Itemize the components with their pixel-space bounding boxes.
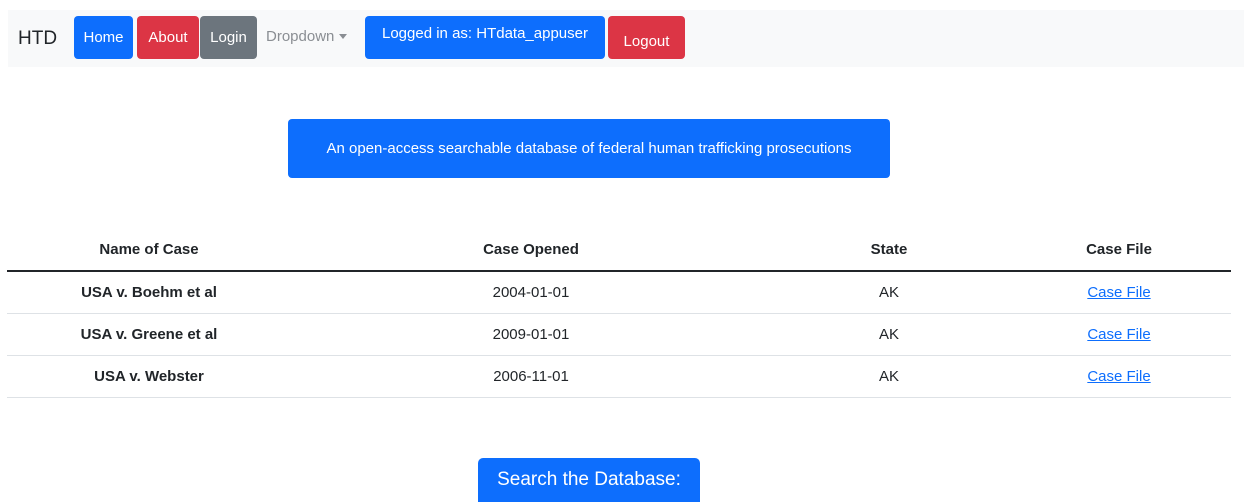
- description-banner: An open-access searchable database of fe…: [288, 119, 890, 178]
- search-database-button[interactable]: Search the Database:: [478, 458, 700, 502]
- case-name: USA v. Greene et al: [7, 313, 291, 356]
- case-file-cell: Case File: [1007, 355, 1231, 398]
- case-state: AK: [771, 271, 1007, 314]
- header-case-opened: Case Opened: [291, 229, 771, 272]
- dropdown-label: Dropdown: [266, 28, 335, 45]
- header-case-file: Case File: [1007, 229, 1231, 272]
- case-opened-date: 2006-11-01: [291, 355, 771, 398]
- case-file-link[interactable]: Case File: [1087, 368, 1150, 385]
- case-file-cell: Case File: [1007, 313, 1231, 356]
- navbar: HTD Home About Login Dropdown Logged in …: [8, 10, 1244, 67]
- table-row: USA v. Webster 2006-11-01 AK Case File: [7, 355, 1231, 398]
- brand-link[interactable]: HTD: [18, 28, 57, 50]
- case-file-link[interactable]: Case File: [1087, 284, 1150, 301]
- logged-in-badge[interactable]: Logged in as: HTdata_appuser: [365, 16, 605, 59]
- login-button[interactable]: Login: [200, 16, 257, 59]
- cases-table: Name of Case Case Opened State Case File…: [7, 229, 1231, 398]
- case-name: USA v. Boehm et al: [7, 271, 291, 314]
- case-opened-date: 2004-01-01: [291, 271, 771, 314]
- dropdown-toggle[interactable]: Dropdown: [266, 28, 348, 45]
- table-header-row: Name of Case Case Opened State Case File: [7, 229, 1231, 272]
- case-file-link[interactable]: Case File: [1087, 326, 1150, 343]
- about-button[interactable]: About: [137, 16, 199, 59]
- header-state: State: [771, 229, 1007, 272]
- case-opened-date: 2009-01-01: [291, 313, 771, 356]
- case-name: USA v. Webster: [7, 355, 291, 398]
- caret-down-icon: [339, 34, 348, 39]
- case-state: AK: [771, 355, 1007, 398]
- case-file-cell: Case File: [1007, 271, 1231, 314]
- table-row: USA v. Greene et al 2009-01-01 AK Case F…: [7, 313, 1231, 356]
- home-button[interactable]: Home: [74, 16, 133, 59]
- logout-button[interactable]: Logout: [608, 16, 685, 59]
- case-state: AK: [771, 313, 1007, 356]
- header-name-of-case: Name of Case: [7, 229, 291, 272]
- table-row: USA v. Boehm et al 2004-01-01 AK Case Fi…: [7, 271, 1231, 314]
